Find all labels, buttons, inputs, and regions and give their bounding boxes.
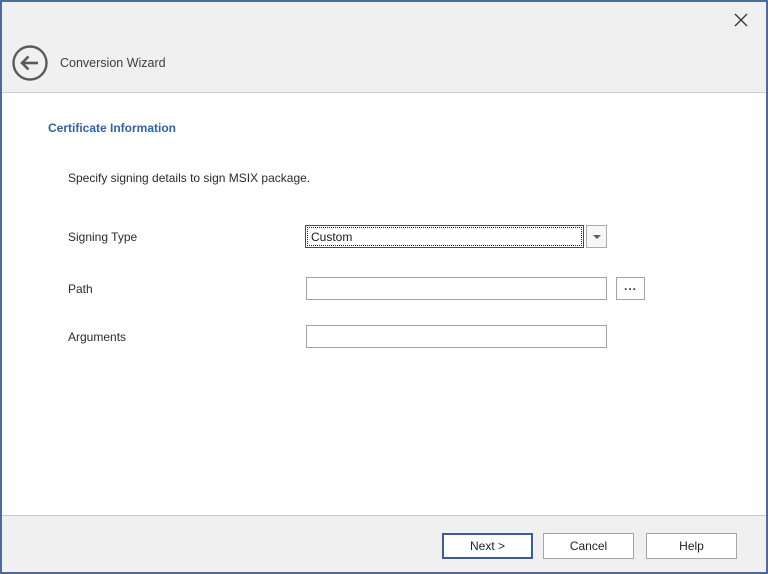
back-button[interactable] <box>11 44 49 82</box>
wizard-title: Conversion Wizard <box>60 56 166 70</box>
path-label: Path <box>68 277 93 300</box>
browse-button[interactable]: ... <box>616 277 645 300</box>
conversion-wizard-window: Conversion Wizard Certificate Informatio… <box>0 0 768 574</box>
signing-type-combobox[interactable]: Custom <box>305 225 607 248</box>
help-button[interactable]: Help <box>646 533 737 559</box>
page-description: Specify signing details to sign MSIX pac… <box>68 171 310 185</box>
wizard-header: Conversion Wizard <box>2 2 766 93</box>
signing-type-label: Signing Type <box>68 225 137 248</box>
signing-type-selected-value: Custom <box>307 227 582 246</box>
close-button[interactable] <box>731 10 751 30</box>
page-title: Certificate Information <box>48 121 176 135</box>
back-arrow-icon <box>11 44 49 82</box>
cancel-button[interactable]: Cancel <box>543 533 634 559</box>
wizard-title-group: Conversion Wizard <box>11 44 166 82</box>
signing-type-dropdown-button[interactable] <box>586 225 607 248</box>
arguments-label: Arguments <box>68 325 126 348</box>
chevron-down-icon <box>593 235 601 239</box>
close-icon <box>733 12 749 28</box>
path-input[interactable] <box>306 277 607 300</box>
arguments-input[interactable] <box>306 325 607 348</box>
next-button[interactable]: Next > <box>442 533 533 559</box>
signing-type-combobox-edit: Custom <box>305 225 584 248</box>
